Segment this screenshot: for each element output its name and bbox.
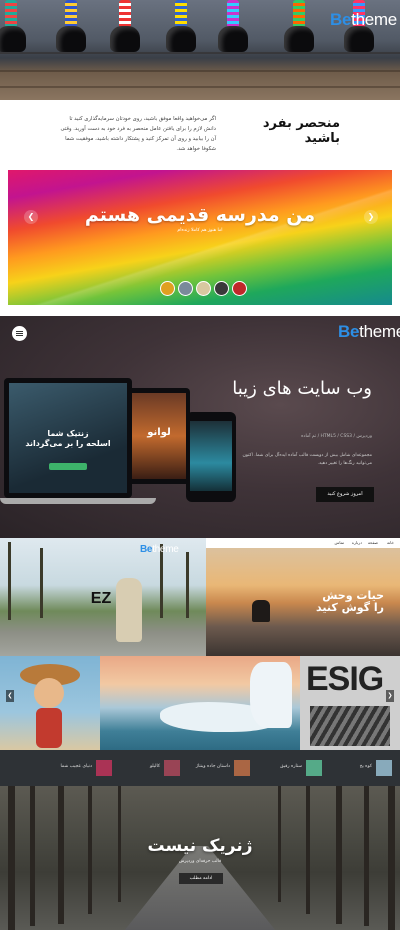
- hamburger-menu-icon[interactable]: [12, 326, 27, 341]
- slider-thumb[interactable]: [232, 281, 247, 296]
- tile-palm-street[interactable]: EZ Betheme: [0, 538, 206, 656]
- tile-wildlife[interactable]: خانه صفحه درباره تماس حیات وحش را گوش کن…: [206, 538, 400, 656]
- start-today-button[interactable]: امروز شروع کنید: [316, 487, 374, 502]
- websites-hero: Betheme زنتیک شما اسلحه را بر می‌گرداند …: [0, 316, 400, 538]
- bench-plank: [0, 86, 400, 88]
- laptop-screen-button: [49, 463, 87, 470]
- demo-grid: EZ Betheme خانه صفحه درباره تماس حیات وح…: [0, 538, 400, 786]
- tablet-screen-text: لوانو: [147, 427, 171, 438]
- tree-trunk: [364, 786, 369, 926]
- nav-item: درباره: [351, 540, 362, 545]
- woman-figure: [116, 578, 142, 642]
- laptop-screen-text: زنتیک شما اسلحه را بر می‌گرداند: [25, 429, 111, 448]
- slider-thumb[interactable]: [178, 281, 193, 296]
- unique-body: اگر می‌خواهید واقعا موفق باشید، روی خودت…: [60, 116, 216, 152]
- ice-rock: [250, 662, 292, 728]
- demo-strip: کوه یخ ستاره رقیق داستان جاده وینتاژ کال…: [0, 750, 400, 786]
- shoes-hero: Betheme: [0, 0, 400, 100]
- tablet-mockup: لوانو: [128, 388, 190, 484]
- websites-description: مجموعه‌ای شامل بیش از دویست قالب آماده ا…: [242, 453, 372, 466]
- strip-thumbnail: [376, 760, 392, 776]
- unique-title: منحصر بفرد باشید: [262, 116, 340, 146]
- palm-trunk: [40, 548, 43, 618]
- nav-item: صفحه: [367, 540, 378, 545]
- logo-suffix: theme: [359, 322, 400, 341]
- forest-title: ژنریک نیست: [147, 836, 253, 856]
- logo-prefix: Be: [338, 322, 360, 341]
- shoe: [0, 0, 26, 54]
- betheme-logo[interactable]: Betheme: [330, 10, 397, 30]
- strip-item[interactable]: ستاره رقیق: [248, 760, 322, 778]
- nav-item: خانه: [387, 540, 394, 545]
- strip-thumbnail: [96, 760, 112, 776]
- strip-label: کالیلو: [149, 764, 160, 769]
- strip-item[interactable]: کوه یخ: [318, 760, 392, 778]
- logo-suffix: theme: [152, 544, 179, 555]
- strip-item[interactable]: داستان جاده وینتاژ: [176, 760, 250, 778]
- forest-hero: ژنریک نیست قالب حرفه‌ای وردپرس ادامه مطل…: [0, 786, 400, 930]
- chevron-right-icon[interactable]: ❯: [364, 210, 378, 224]
- shoe: [218, 0, 248, 54]
- laptop-mockup: زنتیک شما اسلحه را بر می‌گرداند: [4, 378, 132, 498]
- strip-label: داستان جاده وینتاژ: [195, 764, 230, 769]
- laptop-screen: زنتیک شما اسلحه را بر می‌گرداند: [9, 383, 127, 493]
- tile-design[interactable]: ESIG: [300, 656, 400, 750]
- tree-trunk: [30, 786, 35, 926]
- strip-thumbnail: [234, 760, 250, 776]
- strip-label: دنیای عجیب شما: [60, 764, 92, 769]
- phone-screen: [190, 421, 232, 491]
- strip-thumbnail: [164, 760, 180, 776]
- strip-item[interactable]: دنیای عجیب شما: [38, 760, 112, 778]
- palm-trunk: [186, 552, 189, 618]
- slider-title: من مدرسه قدیمی هستم: [84, 204, 316, 226]
- chevron-left-icon[interactable]: ❮: [24, 210, 38, 224]
- laptop-base: [0, 498, 156, 504]
- nav-item: تماس: [334, 540, 344, 545]
- tree-trunk: [388, 786, 395, 930]
- tree-trunk: [8, 786, 15, 930]
- strip-item[interactable]: کالیلو: [106, 760, 180, 778]
- logo-prefix: Be: [140, 544, 153, 555]
- palm-trunk: [8, 542, 11, 620]
- websites-title: وب سایت های زیبا: [232, 378, 372, 399]
- slider-thumb[interactable]: [214, 281, 229, 296]
- slider-subtitle: اما هنوز هم کاملا زنده‌ام: [177, 228, 223, 233]
- strip-label: کوه یخ: [359, 764, 372, 769]
- shoe: [284, 0, 314, 54]
- sitting-person: [252, 600, 270, 622]
- tile-top-nav: خانه صفحه درباره تماس: [206, 538, 400, 548]
- logo-suffix: theme: [351, 10, 397, 29]
- websites-tagline: وردپرس / HTML5 / CSS3 / تم آماده: [301, 434, 372, 439]
- phone-mockup: [186, 412, 236, 502]
- strip-label: ستاره رقیق: [280, 764, 302, 769]
- strip-thumbnail: [306, 760, 322, 776]
- betheme-logo: Betheme: [140, 544, 179, 555]
- cartoon-face: [34, 678, 64, 708]
- shoe: [166, 0, 196, 54]
- forest-subtitle: قالب حرفه‌ای وردپرس: [178, 859, 222, 864]
- tile-cartoon[interactable]: [0, 656, 100, 750]
- tablet-screen: لوانو: [132, 393, 186, 479]
- unique-section: منحصر بفرد باشید اگر می‌خواهید واقعا موف…: [0, 100, 400, 170]
- design-text: ESIG: [306, 660, 384, 698]
- slider-thumb[interactable]: [196, 281, 211, 296]
- wildlife-title: حیات وحش را گوش کنید: [316, 589, 384, 614]
- read-more-button[interactable]: ادامه مطلب: [179, 873, 223, 884]
- tile-frozen[interactable]: [100, 656, 300, 750]
- slider-thumb[interactable]: [160, 281, 175, 296]
- logo-prefix: Be: [330, 10, 352, 29]
- betheme-logo[interactable]: Betheme: [338, 322, 400, 342]
- colorful-slider: من مدرسه قدیمی هستم اما هنوز هم کاملا زن…: [8, 170, 392, 305]
- shoe: [56, 0, 86, 54]
- pencils: [310, 706, 390, 746]
- chevron-right-icon[interactable]: ❯: [386, 690, 394, 702]
- tile-overlay-text: EZ: [90, 590, 112, 607]
- chevron-left-icon[interactable]: ❮: [6, 690, 14, 702]
- bench-plank: [0, 70, 400, 72]
- shoe: [110, 0, 140, 54]
- palm-trunk: [160, 544, 163, 618]
- cartoon-body: [36, 708, 62, 748]
